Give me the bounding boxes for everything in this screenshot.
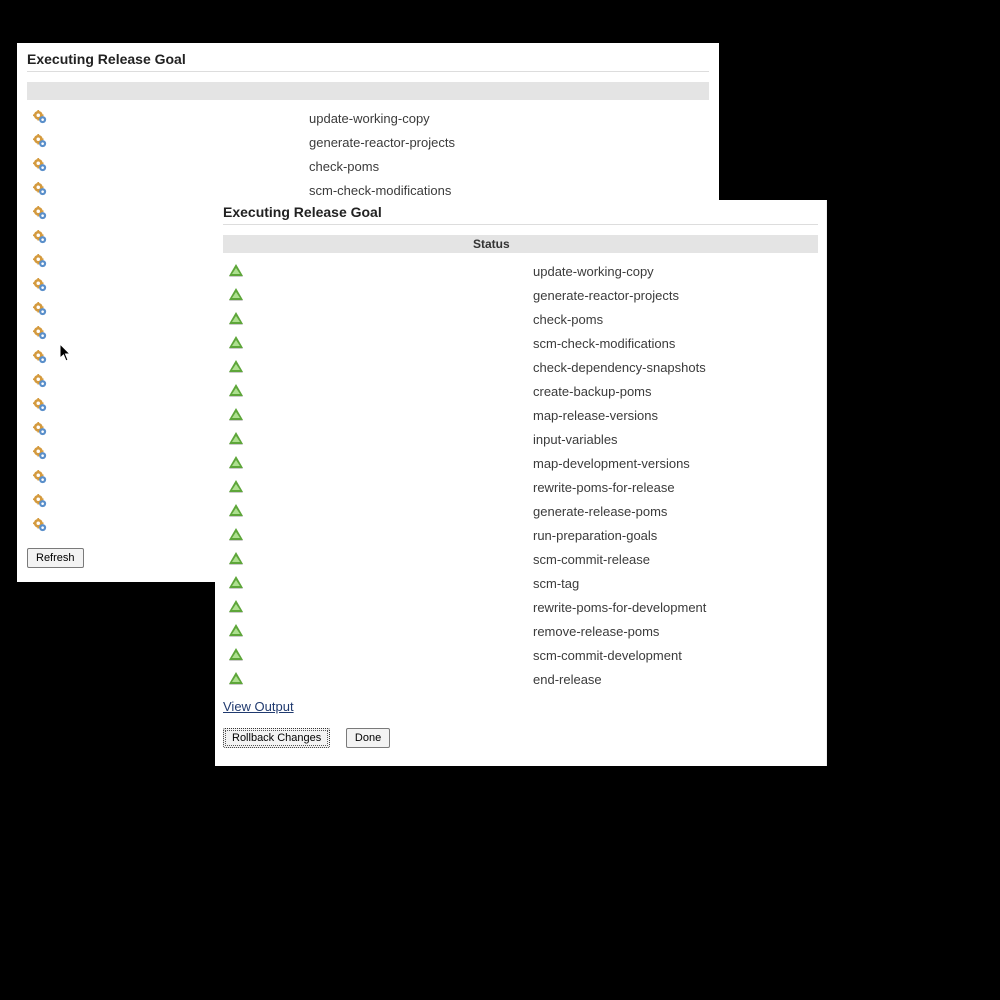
- phase-name: create-backup-poms: [533, 384, 652, 399]
- table-row: update-working-copy: [223, 259, 818, 283]
- phase-name: scm-check-modifications: [309, 183, 451, 198]
- gear-icon: [33, 398, 47, 412]
- table-row: scm-check-modifications: [27, 178, 709, 202]
- divider: [223, 224, 818, 225]
- phase-name: check-poms: [533, 312, 603, 327]
- success-icon: [229, 504, 243, 516]
- table-row: generate-reactor-projects: [27, 130, 709, 154]
- release-panel-complete: Executing Release Goal Status update-wor…: [215, 200, 827, 766]
- table-header: [27, 82, 709, 100]
- table-header: Status: [223, 235, 818, 253]
- success-icon: [229, 360, 243, 372]
- table-row: rewrite-poms-for-release: [223, 475, 818, 499]
- phase-name: check-poms: [309, 159, 379, 174]
- phase-name: rewrite-poms-for-development: [533, 600, 706, 615]
- success-icon: [229, 600, 243, 612]
- phase-name: generate-reactor-projects: [533, 288, 679, 303]
- table-row: input-variables: [223, 427, 818, 451]
- table-row: check-dependency-snapshots: [223, 355, 818, 379]
- table-row: remove-release-poms: [223, 619, 818, 643]
- page-title: Executing Release Goal: [27, 51, 709, 67]
- table-row: create-backup-poms: [223, 379, 818, 403]
- phase-name: generate-release-poms: [533, 504, 667, 519]
- success-icon: [229, 456, 243, 468]
- gear-icon: [33, 254, 47, 268]
- view-output-link[interactable]: View Output: [223, 699, 294, 714]
- gear-icon: [33, 110, 47, 124]
- success-icon: [229, 672, 243, 684]
- gear-icon: [33, 494, 47, 508]
- done-button[interactable]: Done: [346, 728, 390, 748]
- table-row: generate-release-poms: [223, 499, 818, 523]
- table-row: generate-reactor-projects: [223, 283, 818, 307]
- table-row: rewrite-poms-for-development: [223, 595, 818, 619]
- gear-icon: [33, 302, 47, 316]
- gear-icon: [33, 422, 47, 436]
- refresh-button[interactable]: Refresh: [27, 548, 84, 568]
- table-row: scm-tag: [223, 571, 818, 595]
- success-icon: [229, 648, 243, 660]
- column-header-status: Status: [473, 235, 510, 253]
- table-row: check-poms: [27, 154, 709, 178]
- phase-name: rewrite-poms-for-release: [533, 480, 675, 495]
- gear-icon: [33, 182, 47, 196]
- table-row: map-release-versions: [223, 403, 818, 427]
- phase-name: scm-commit-development: [533, 648, 682, 663]
- phase-name: run-preparation-goals: [533, 528, 657, 543]
- gear-icon: [33, 278, 47, 292]
- phase-name: input-variables: [533, 432, 618, 447]
- gear-icon: [33, 350, 47, 364]
- table-row: scm-commit-release: [223, 547, 818, 571]
- success-icon: [229, 528, 243, 540]
- table-row: map-development-versions: [223, 451, 818, 475]
- gear-icon: [33, 134, 47, 148]
- gear-icon: [33, 374, 47, 388]
- success-icon: [229, 432, 243, 444]
- phase-name: update-working-copy: [533, 264, 654, 279]
- success-icon: [229, 576, 243, 588]
- success-icon: [229, 336, 243, 348]
- success-icon: [229, 408, 243, 420]
- phase-name: map-release-versions: [533, 408, 658, 423]
- success-icon: [229, 552, 243, 564]
- page-title: Executing Release Goal: [223, 204, 818, 220]
- phase-name: remove-release-poms: [533, 624, 659, 639]
- gear-icon: [33, 230, 47, 244]
- table-row: end-release: [223, 667, 818, 691]
- gear-icon: [33, 326, 47, 340]
- success-icon: [229, 384, 243, 396]
- gear-icon: [33, 470, 47, 484]
- phase-name: scm-tag: [533, 576, 579, 591]
- gear-icon: [33, 446, 47, 460]
- success-icon: [229, 288, 243, 300]
- divider: [27, 71, 709, 72]
- table-row: update-working-copy: [27, 106, 709, 130]
- table-row: scm-check-modifications: [223, 331, 818, 355]
- gear-icon: [33, 158, 47, 172]
- phase-name: scm-commit-release: [533, 552, 650, 567]
- phase-name: check-dependency-snapshots: [533, 360, 706, 375]
- success-icon: [229, 264, 243, 276]
- success-icon: [229, 480, 243, 492]
- phase-name: update-working-copy: [309, 111, 430, 126]
- table-row: run-preparation-goals: [223, 523, 818, 547]
- gear-icon: [33, 206, 47, 220]
- rollback-button[interactable]: Rollback Changes: [223, 728, 330, 748]
- phase-name: scm-check-modifications: [533, 336, 675, 351]
- phase-name: map-development-versions: [533, 456, 690, 471]
- success-icon: [229, 624, 243, 636]
- success-icon: [229, 312, 243, 324]
- phase-name: end-release: [533, 672, 602, 687]
- table-row: scm-commit-development: [223, 643, 818, 667]
- table-row: check-poms: [223, 307, 818, 331]
- phase-name: generate-reactor-projects: [309, 135, 455, 150]
- phase-table-complete: update-working-copy generate-reactor-proj…: [223, 259, 818, 691]
- gear-icon: [33, 518, 47, 532]
